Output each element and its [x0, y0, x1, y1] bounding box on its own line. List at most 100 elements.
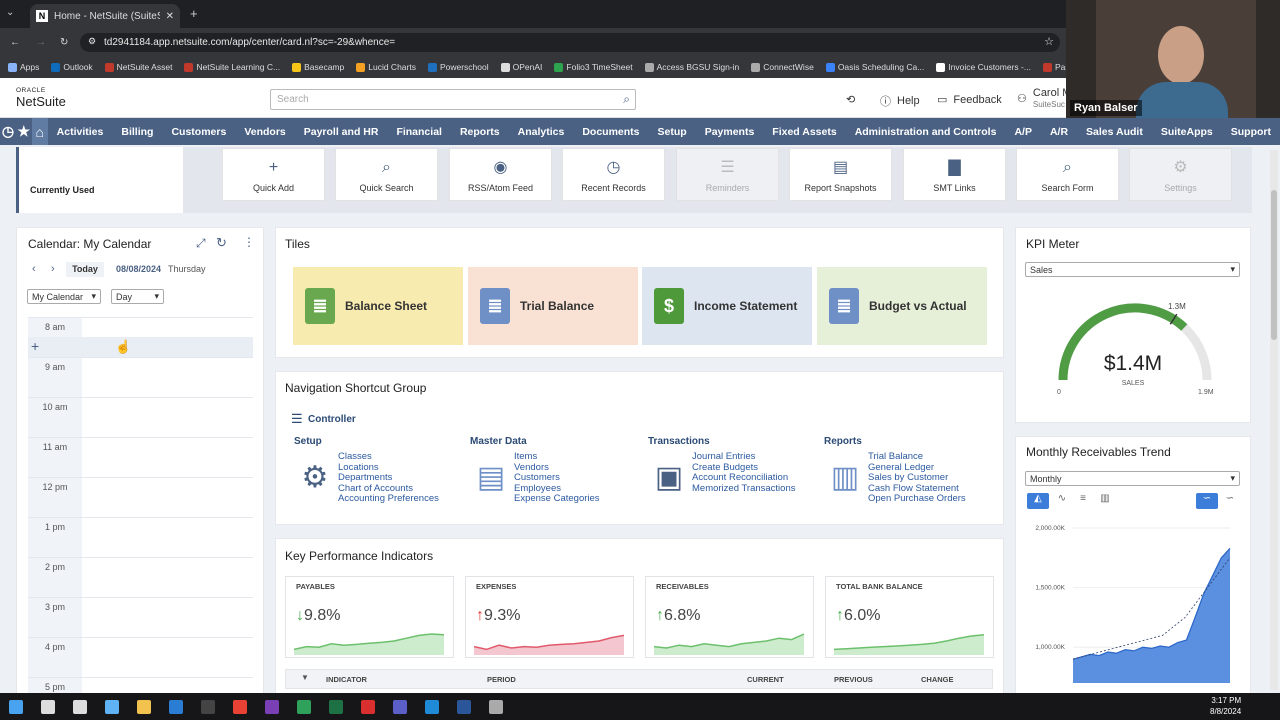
nav-item[interactable]: Fixed Assets — [763, 126, 845, 138]
shortcut-quick-add[interactable]: + Quick Add — [222, 148, 325, 201]
nav-item[interactable]: Analytics — [509, 126, 574, 138]
search-icon[interactable]: ⌕ — [623, 92, 630, 107]
home-icon[interactable]: ⌂ — [31, 118, 48, 145]
column-heading[interactable]: Master Data — [470, 436, 527, 447]
nav-item[interactable]: Administration and Controls — [846, 126, 1006, 138]
netsuite-logo[interactable]: ORACLE NetSuite — [16, 87, 66, 107]
nav-item[interactable]: Reports — [451, 126, 509, 138]
refresh-icon[interactable]: ↻ — [216, 235, 227, 251]
nav-item[interactable]: SuiteApps — [1152, 126, 1222, 138]
site-info-icon[interactable]: ⚙ — [88, 36, 96, 47]
trendline-off-icon[interactable]: ∽ — [1219, 493, 1241, 509]
file-explorer-icon[interactable] — [128, 693, 160, 720]
forward-icon[interactable]: → — [36, 37, 46, 48]
nav-item[interactable]: Setup — [649, 126, 696, 138]
nav-item[interactable]: Activities — [48, 126, 113, 138]
kpi-card[interactable]: TOTAL BANK BALANCE ↑6.0% — [825, 576, 994, 658]
nav-item[interactable]: Customers — [162, 126, 235, 138]
group-controller[interactable]: Controller — [308, 414, 356, 425]
nav-item[interactable]: A/P — [1005, 126, 1041, 138]
shortcut-report-snapshots[interactable]: ▤ Report Snapshots — [789, 148, 892, 201]
shortcut-link[interactable]: Customers — [514, 472, 560, 484]
bar-horizontal-toggle-icon[interactable]: ≡ — [1075, 493, 1091, 509]
kpi-column-header[interactable]: PREVIOUS — [834, 675, 873, 684]
new-tab-icon[interactable]: + — [190, 6, 198, 21]
bookmark-item[interactable]: Lucid Charts — [356, 62, 416, 72]
bookmark-item[interactable]: Apps — [8, 62, 39, 72]
feedback-link[interactable]: ▭ Feedback — [937, 93, 1002, 107]
today-button[interactable]: Today — [66, 262, 104, 277]
shortcut-quick-search[interactable]: ⌕ Quick Search — [335, 148, 438, 201]
bookmark-item[interactable]: ConnectWise — [751, 62, 814, 72]
close-tab-icon[interactable]: ✕ — [166, 11, 174, 22]
favorites-star-icon[interactable]: ★ — [16, 123, 32, 140]
snip-icon[interactable] — [480, 693, 512, 720]
tile-trial-balance[interactable]: ≣ Trial Balance — [468, 267, 638, 345]
shortcut-smt-links[interactable]: ▇ SMT Links — [903, 148, 1006, 201]
nav-item[interactable]: Documents — [573, 126, 648, 138]
shortcut-link[interactable]: Open Purchase Orders — [868, 493, 966, 505]
task-view-icon[interactable] — [64, 693, 96, 720]
nav-item[interactable]: Financial — [387, 126, 451, 138]
calendar-select[interactable]: My Calendar ▾ — [27, 289, 101, 304]
teams-icon[interactable] — [384, 693, 416, 720]
user-menu[interactable]: ⚇ Carol M SuiteSuc — [1017, 88, 1071, 110]
shortcut-link[interactable]: Classes — [338, 451, 372, 463]
kpi-column-header[interactable]: INDICATOR — [326, 675, 367, 684]
back-icon[interactable]: ← — [10, 37, 20, 48]
vpn-icon[interactable] — [288, 693, 320, 720]
onenote-icon[interactable] — [256, 693, 288, 720]
column-heading[interactable]: Transactions — [648, 436, 710, 447]
browser-tab[interactable]: N Home - NetSuite (SuiteSuccess ✕ — [30, 4, 180, 28]
shortcut-link[interactable]: Trial Balance — [868, 451, 923, 463]
shortcut-link[interactable]: Items — [514, 451, 537, 463]
bookmark-item[interactable]: NetSuite Asset — [104, 62, 172, 72]
settings-app-icon[interactable] — [96, 693, 128, 720]
tile-budget-vs-actual[interactable]: ≣ Budget vs Actual — [817, 267, 987, 345]
receivables-select[interactable]: Monthly ▾ — [1025, 471, 1240, 486]
outlook-icon[interactable] — [160, 693, 192, 720]
reload-icon[interactable]: ↻ — [60, 37, 68, 48]
next-day-icon[interactable]: › — [51, 263, 55, 275]
shortcut-recent-records[interactable]: ◷ Recent Records — [562, 148, 665, 201]
tile-income-statement[interactable]: $ Income Statement — [642, 267, 812, 345]
acrobat-icon[interactable] — [352, 693, 384, 720]
kpi-card[interactable]: RECEIVABLES ↑6.8% — [645, 576, 814, 658]
area-chart-toggle-icon[interactable]: ◭ — [1027, 493, 1049, 509]
shortcut-link[interactable]: Departments — [338, 472, 392, 484]
tile-balance-sheet[interactable]: ≣ Balance Sheet — [293, 267, 463, 345]
kpi-column-header[interactable]: PERIOD — [487, 675, 516, 684]
bookmark-item[interactable]: Oasis Scheduling Ca... — [825, 62, 924, 72]
help-link[interactable]: ⓘ Help — [880, 93, 920, 109]
taskbar-clock[interactable]: 3:17 PM 8/8/2024 — [1210, 695, 1241, 717]
bookmark-item[interactable]: Basecamp — [292, 62, 344, 72]
nav-item[interactable]: Vendors — [235, 126, 294, 138]
shortcut-rss-atom-feed[interactable]: ◉ RSS/Atom Feed — [449, 148, 552, 201]
shortcut-link[interactable]: Journal Entries — [692, 451, 755, 463]
tab-list-chevron-icon[interactable]: ⌄ — [6, 7, 14, 18]
search-icon[interactable] — [32, 693, 64, 720]
kpi-column-header[interactable]: CURRENT — [747, 675, 784, 684]
kpi-card[interactable]: EXPENSES ↑9.3% — [465, 576, 634, 658]
nav-item[interactable]: Billing — [112, 126, 162, 138]
kpi-card[interactable]: PAYABLES ↓9.8% — [285, 576, 454, 658]
kpi-meter-select[interactable]: Sales ▾ — [1025, 262, 1240, 277]
bookmark-item[interactable]: NetSuite Learning C... — [184, 62, 280, 72]
recent-records-icon[interactable]: ⟲ — [846, 93, 855, 106]
bookmark-item[interactable]: Access BGSU Sign-in — [644, 62, 739, 72]
bookmark-item[interactable]: Powerschool — [427, 62, 489, 72]
edge-icon[interactable] — [416, 693, 448, 720]
nav-item[interactable]: Support — [1222, 126, 1280, 138]
word-icon[interactable] — [448, 693, 480, 720]
shortcut-search-form[interactable]: ⌕ Search Form — [1016, 148, 1119, 201]
bar-chart-toggle-icon[interactable]: ▥ — [1097, 493, 1113, 509]
windows-icon[interactable] — [0, 693, 32, 720]
shortcut-link[interactable]: Expense Categories — [514, 493, 600, 505]
view-select[interactable]: Day ▾ — [111, 289, 164, 304]
column-heading[interactable]: Reports — [824, 436, 862, 447]
bookmark-star-icon[interactable]: ☆ — [1044, 35, 1054, 48]
excel-icon[interactable] — [320, 693, 352, 720]
line-chart-toggle-icon[interactable]: ∿ — [1051, 493, 1073, 509]
collapse-icon[interactable]: ▼ — [301, 673, 309, 682]
trendline-on-icon[interactable]: ∽ — [1196, 493, 1218, 509]
